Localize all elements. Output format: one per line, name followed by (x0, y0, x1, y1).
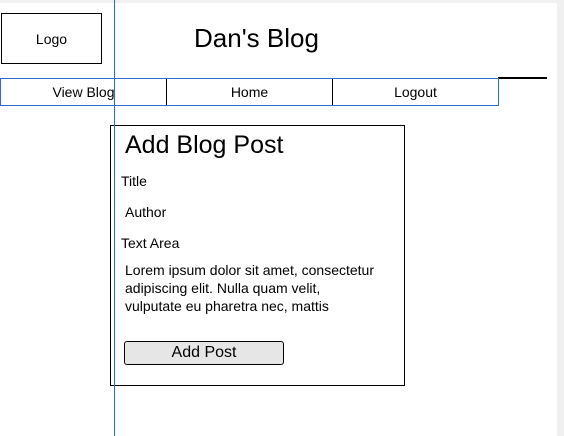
site-title: Dan's Blog (194, 23, 319, 53)
wireframe-canvas: Logo Dan's Blog View Blog Home Logout Ad… (0, 0, 564, 436)
nav-item-home[interactable]: Home (166, 79, 332, 105)
layout-guide-line (114, 0, 115, 436)
nav-item-logout[interactable]: Logout (332, 79, 498, 105)
logo-label: Logo (35, 30, 68, 47)
header-divider (498, 77, 547, 79)
add-post-button[interactable]: Add Post (124, 341, 284, 365)
canvas-top-edge (0, 0, 564, 3)
text-area-label: Text Area (121, 235, 180, 251)
post-body-textarea[interactable]: Lorem ipsum dolor sit amet, consectetur … (125, 261, 375, 315)
nav-item-label: Logout (394, 84, 437, 100)
nav-item-label: View Blog (52, 84, 115, 100)
nav-bar: View Blog Home Logout (0, 78, 499, 106)
nav-item-label: Home (230, 84, 269, 100)
title-field[interactable]: Title (121, 173, 147, 189)
form-heading: Add Blog Post (125, 131, 284, 159)
canvas-right-edge (557, 0, 564, 436)
add-post-form: Add Blog Post Title Author Text Area Lor… (110, 125, 405, 386)
logo[interactable]: Logo (1, 13, 102, 64)
author-field[interactable]: Author (125, 204, 166, 220)
nav-item-view-blog[interactable]: View Blog (1, 79, 166, 105)
